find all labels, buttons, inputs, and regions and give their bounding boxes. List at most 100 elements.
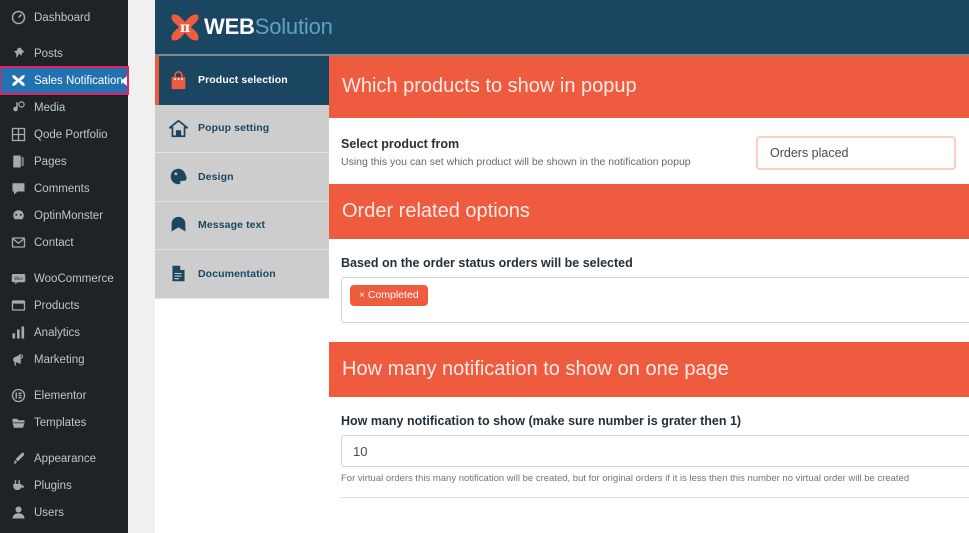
- sidebar-item-label: Posts: [34, 47, 63, 60]
- sidebar-item-marketing[interactable]: Marketing: [0, 346, 128, 373]
- sidebar-item-analytics[interactable]: Analytics: [0, 319, 128, 346]
- sidebar-item-label: Contact: [34, 236, 74, 249]
- media-icon: [9, 99, 27, 117]
- layout-gap: [128, 0, 155, 533]
- sidebar-item-optinmonster[interactable]: OptinMonster: [0, 202, 128, 229]
- remove-tag-icon[interactable]: ×: [359, 290, 365, 301]
- sidebar-item-label: Qode Portfolio: [34, 128, 108, 141]
- section-heading-products: Which products to show in popup: [329, 56, 969, 118]
- sidebar-item-contact[interactable]: Contact: [0, 229, 128, 256]
- pages-icon: [9, 153, 27, 171]
- analytics-icon: [9, 324, 27, 342]
- tab-documentation[interactable]: Documentation: [155, 250, 329, 299]
- sidebar-item-label: Sales Notification: [34, 74, 123, 87]
- products-icon: [9, 297, 27, 315]
- tab-label: Popup setting: [198, 122, 270, 135]
- section-heading-count: How many notification to show on one pag…: [329, 342, 969, 397]
- tab-design[interactable]: Design: [155, 153, 329, 202]
- sidebar-item-woocommerce[interactable]: Woo WooCommerce: [0, 265, 128, 292]
- message-icon: [167, 214, 189, 236]
- sidebar-item-label: Dashboard: [34, 11, 91, 24]
- web-solution-logo-icon: π: [168, 10, 202, 44]
- sidebar-item-label: Comments: [34, 182, 90, 195]
- sidebar-item-elementor[interactable]: Elementor: [0, 382, 128, 409]
- sidebar-item-label: Elementor: [34, 389, 87, 402]
- order-status-tag-completed[interactable]: × Completed: [350, 285, 428, 306]
- wordpress-admin-sidebar: Dashboard Posts Sales Notification Media Qod…: [0, 0, 129, 533]
- grid-icon: [9, 126, 27, 144]
- sidebar-item-label: Media: [34, 101, 66, 114]
- brand-name-secondary: Solution: [254, 14, 333, 39]
- sidebar-item-label: WooCommerce: [34, 272, 114, 285]
- woocommerce-icon: Woo: [9, 270, 27, 288]
- sidebar-item-pages[interactable]: Pages: [0, 148, 128, 175]
- active-item-arrow-icon: [121, 75, 127, 86]
- sales-notification-icon: [9, 72, 27, 90]
- app-screen: Dashboard Posts Sales Notification Media Qod…: [0, 0, 969, 533]
- sidebar-item-appearance[interactable]: Appearance: [0, 445, 128, 472]
- product-source-description: Using this you can set which product wil…: [341, 156, 691, 169]
- tab-label: Design: [198, 170, 234, 183]
- plug-icon: [9, 477, 27, 495]
- notification-count-value: 10: [353, 443, 368, 459]
- tab-popup-setting[interactable]: Popup setting: [155, 104, 329, 153]
- product-source-label: Select product from: [341, 137, 460, 151]
- order-status-multiselect[interactable]: × Completed: [341, 277, 969, 323]
- tab-label: Documentation: [198, 267, 276, 280]
- tab-message-text[interactable]: Message text: [155, 201, 329, 250]
- brush-icon: [9, 450, 27, 468]
- svg-text:Woo: Woo: [14, 276, 23, 281]
- user-icon: [9, 504, 27, 522]
- sidebar-item-qode-portfolio[interactable]: Qode Portfolio: [0, 121, 128, 148]
- notification-count-block: How many notification to show (make sure…: [329, 397, 969, 499]
- sidebar-item-products[interactable]: Products: [0, 292, 128, 319]
- sidebar-item-label: Users: [34, 506, 65, 519]
- sidebar-item-label: Plugins: [34, 479, 72, 492]
- notification-count-label: How many notification to show (make sure…: [341, 414, 742, 428]
- order-status-block: Based on the order status orders will be…: [329, 239, 969, 323]
- sidebar-item-users[interactable]: Users: [0, 499, 128, 526]
- notification-count-input[interactable]: 10: [341, 435, 969, 467]
- plugin-panel: π WEBSolution Product selection Popup set…: [155, 0, 969, 533]
- product-source-select[interactable]: Orders placed: [756, 136, 956, 170]
- svg-text:π: π: [180, 20, 190, 36]
- megaphone-icon: [9, 351, 27, 369]
- product-source-select-value: Orders placed: [770, 146, 849, 160]
- sidebar-item-label: OptinMonster: [34, 209, 104, 222]
- sidebar-item-comments[interactable]: Comments: [0, 175, 128, 202]
- sidebar-item-label: Appearance: [34, 452, 97, 465]
- order-status-label: Based on the order status orders will be…: [341, 256, 633, 270]
- comments-icon: [9, 180, 27, 198]
- tab-label: Message text: [198, 219, 266, 232]
- sidebar-item-label: Pages: [34, 155, 67, 168]
- section-divider: [341, 497, 969, 499]
- sidebar-item-label: Templates: [34, 416, 87, 429]
- sidebar-item-dashboard[interactable]: Dashboard: [0, 4, 128, 31]
- plugin-content: Which products to show in popup Select p…: [329, 56, 969, 533]
- elementor-icon: [9, 387, 27, 405]
- sidebar-item-posts[interactable]: Posts: [0, 40, 128, 67]
- sidebar-item-media[interactable]: Media: [0, 94, 128, 121]
- tab-label: Product selection: [198, 74, 288, 87]
- sidebar-item-templates[interactable]: Templates: [0, 409, 128, 436]
- sidebar-item-plugins[interactable]: Plugins: [0, 472, 128, 499]
- tab-product-selection[interactable]: Product selection: [155, 56, 329, 105]
- order-status-tag-label: Completed: [367, 289, 419, 301]
- document-icon: [167, 263, 189, 285]
- plugin-header: π WEBSolution: [155, 0, 969, 56]
- product-source-text: Select product from Using this you can s…: [341, 134, 691, 170]
- plugin-body: Product selection Popup setting Design Mess…: [155, 56, 969, 533]
- pin-icon: [9, 45, 27, 63]
- sidebar-item-label: Analytics: [34, 326, 81, 339]
- envelope-icon: [9, 234, 27, 252]
- sidebar-item-label: Marketing: [34, 353, 85, 366]
- product-source-field-row: Select product from Using this you can s…: [329, 118, 969, 184]
- plugin-tab-rail: Product selection Popup setting Design Mess…: [155, 56, 329, 533]
- notification-count-hint: For virtual orders this many notificatio…: [341, 473, 910, 484]
- palette-icon: [167, 166, 189, 188]
- optinmonster-icon: [9, 207, 27, 225]
- shopping-bag-icon: [167, 69, 189, 91]
- sidebar-item-sales-notification[interactable]: Sales Notification: [0, 66, 129, 95]
- brand-name-primary: WEB: [204, 14, 255, 39]
- home-icon: [167, 117, 189, 139]
